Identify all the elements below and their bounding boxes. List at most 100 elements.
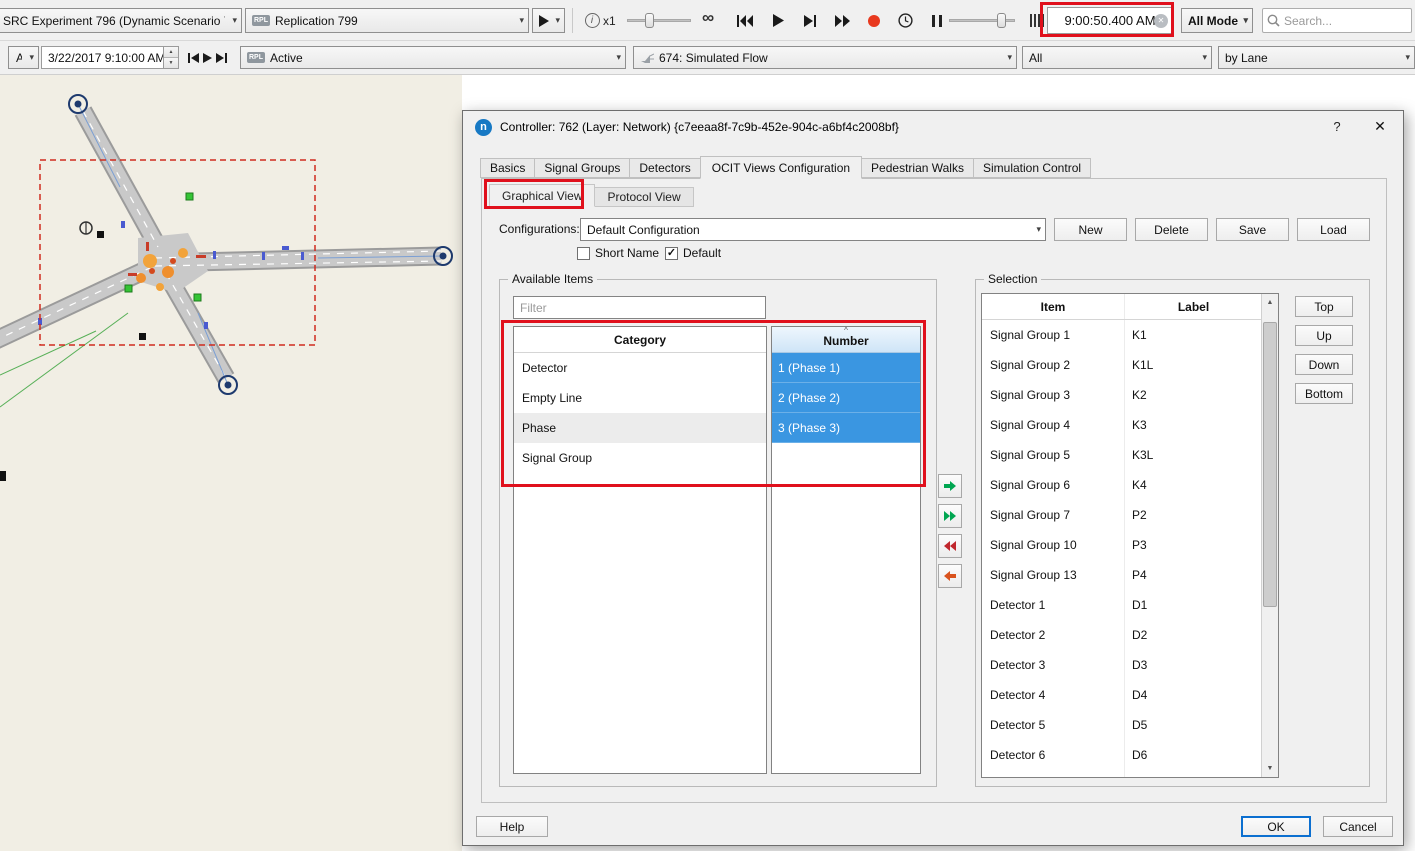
selection-row-signal-group-1[interactable]: Signal Group 1K1 xyxy=(982,320,1263,350)
rewind-to-start-button[interactable] xyxy=(732,8,758,33)
load-button[interactable]: Load xyxy=(1297,218,1370,241)
available-items-group-label: Available Items xyxy=(508,272,597,286)
network-map-view[interactable] xyxy=(0,75,462,851)
fast-forward-button[interactable] xyxy=(829,8,855,33)
tab-basics[interactable]: Basics xyxy=(480,158,535,178)
active-replication-combo[interactable]: RPL Active ▾ xyxy=(240,46,626,69)
category-item-phase[interactable]: Phase xyxy=(514,413,766,443)
run-simulation-button[interactable]: ▾ xyxy=(532,8,565,33)
interval-slider[interactable] xyxy=(949,13,1015,28)
category-item-signal-group[interactable]: Signal Group xyxy=(514,443,766,473)
dialog-title: Controller: 762 (Layer: Network) {c7eeaa… xyxy=(500,120,899,134)
replication-combo[interactable]: RPL Replication 799 ▾ xyxy=(245,8,529,33)
subtab-graphical-view[interactable]: Graphical View xyxy=(489,184,595,207)
dialog-titlebar[interactable]: n Controller: 762 (Layer: Network) {c7ee… xyxy=(463,111,1403,143)
selection-row-detector-5[interactable]: Detector 5D5 xyxy=(982,710,1263,740)
spin-down-icon[interactable]: ▼ xyxy=(164,57,178,68)
short-name-checkbox[interactable]: Short Name xyxy=(577,245,659,261)
tab-simulation-control[interactable]: Simulation Control xyxy=(973,158,1091,178)
simulation-time-field[interactable]: 9:00:50.400 AM ✕ xyxy=(1047,7,1173,34)
label-column-header: Label xyxy=(1124,294,1263,320)
scrollbar-thumb[interactable] xyxy=(1263,322,1277,607)
top-button[interactable]: Top xyxy=(1295,296,1353,317)
speed-slider[interactable] xyxy=(627,13,691,28)
interval-slider-handle[interactable] xyxy=(997,13,1006,28)
down-button[interactable]: Down xyxy=(1295,354,1353,375)
up-button[interactable]: Up xyxy=(1295,325,1353,346)
remove-selected-button[interactable] xyxy=(938,564,962,588)
selection-row-detector-2[interactable]: Detector 2D2 xyxy=(982,620,1263,650)
datetime-spinner[interactable]: 3/22/2017 9:10:00 AM ▲ ▼ xyxy=(41,46,179,69)
selection-row-detector-6[interactable]: Detector 6D6 xyxy=(982,740,1263,770)
delete-button[interactable]: Delete xyxy=(1135,218,1208,241)
selection-row-detector-1[interactable]: Detector 1D1 xyxy=(982,590,1263,620)
tab-ocit-views-configuration[interactable]: OCIT Views Configuration xyxy=(700,156,862,179)
search-box[interactable] xyxy=(1262,8,1412,33)
experiment-combo[interactable]: SRC Experiment 796 (Dynamic Scenario 795… xyxy=(0,8,242,33)
selection-row-signal-group-4[interactable]: Signal Group 4K3 xyxy=(982,410,1263,440)
info-button[interactable]: i xyxy=(579,8,605,33)
help-button[interactable]: Help xyxy=(476,816,548,837)
datetime-spin-buttons[interactable]: ▲ ▼ xyxy=(163,47,178,68)
selection-row-signal-group-3[interactable]: Signal Group 3K2 xyxy=(982,380,1263,410)
scrollbar-down-button[interactable]: ▼ xyxy=(1262,760,1278,777)
remove-all-button[interactable] xyxy=(938,534,962,558)
dialog-help-button[interactable]: ? xyxy=(1329,119,1345,134)
dialog-close-button[interactable]: ✕ xyxy=(1371,118,1389,135)
category-item-empty-line[interactable]: Empty Line xyxy=(514,383,766,413)
selection-row-signal-group-10[interactable]: Signal Group 10P3 xyxy=(982,530,1263,560)
save-button[interactable]: Save xyxy=(1216,218,1289,241)
selection-row-detector-3[interactable]: Detector 3D3 xyxy=(982,650,1263,680)
selection-label-cell: D3 xyxy=(1132,658,1147,672)
pause-button[interactable] xyxy=(924,8,950,33)
number-item-2-phase-2-[interactable]: 2 (Phase 2) xyxy=(772,383,920,413)
play-small-button[interactable] xyxy=(200,50,214,66)
vehicle-filter-combo[interactable]: All ▾ xyxy=(1022,46,1212,69)
configuration-combo[interactable]: Default Configuration ▾ xyxy=(580,218,1046,241)
view-style-combo[interactable]: 674: Simulated Flow ▾ xyxy=(633,46,1017,69)
selection-label-cell: P4 xyxy=(1132,568,1147,582)
default-checkbox[interactable]: ✓ Default xyxy=(665,245,721,261)
skip-to-end-button[interactable] xyxy=(797,8,823,33)
step-back-button[interactable] xyxy=(186,50,200,66)
selection-row-signal-group-6[interactable]: Signal Group 6K4 xyxy=(982,470,1263,500)
add-all-button[interactable] xyxy=(938,504,962,528)
scrollbar-up-button[interactable]: ▲ xyxy=(1262,294,1278,311)
cancel-button[interactable]: Cancel xyxy=(1323,816,1393,837)
selection-table[interactable]: Item Label Signal Group 1K1Signal Group … xyxy=(981,293,1279,778)
clock-button[interactable] xyxy=(892,8,918,33)
subtab-protocol-view[interactable]: Protocol View xyxy=(594,187,693,207)
tab-signal-groups[interactable]: Signal Groups xyxy=(534,158,630,178)
selection-row-detector-4[interactable]: Detector 4D4 xyxy=(982,680,1263,710)
spin-up-icon[interactable]: ▲ xyxy=(164,47,178,57)
clear-time-icon[interactable]: ✕ xyxy=(1154,14,1168,28)
tab-pedestrian-walks[interactable]: Pedestrian Walks xyxy=(861,158,974,178)
number-list[interactable]: ^ Number 1 (Phase 1)2 (Phase 2)3 (Phase … xyxy=(771,326,921,774)
ok-button[interactable]: OK xyxy=(1241,816,1311,837)
tab-detectors[interactable]: Detectors xyxy=(629,158,700,178)
aggregation-combo[interactable]: by Lane ▾ xyxy=(1218,46,1415,69)
play-button[interactable] xyxy=(765,8,791,33)
bottom-button[interactable]: Bottom xyxy=(1295,383,1353,404)
arrow-right-icon xyxy=(942,479,958,493)
new-button[interactable]: New xyxy=(1054,218,1127,241)
add-selected-button[interactable] xyxy=(938,474,962,498)
selection-row-signal-group-13[interactable]: Signal Group 13P4 xyxy=(982,560,1263,590)
search-input[interactable] xyxy=(1284,14,1407,28)
number-item-1-phase-1-[interactable]: 1 (Phase 1) xyxy=(772,353,920,383)
category-list[interactable]: Category DetectorEmpty LinePhaseSignal G… xyxy=(513,326,767,774)
selection-row-signal-group-7[interactable]: Signal Group 7P2 xyxy=(982,500,1263,530)
a-mode-dropdown[interactable]: A ▾ xyxy=(8,46,39,69)
selection-item-cell: Signal Group 7 xyxy=(990,508,1070,522)
speed-slider-handle[interactable] xyxy=(645,13,654,28)
step-forward-button[interactable] xyxy=(214,50,228,66)
selection-row-signal-group-5[interactable]: Signal Group 5K3L xyxy=(982,440,1263,470)
all-models-dropdown[interactable]: All Models ▾ xyxy=(1181,8,1253,33)
record-button[interactable] xyxy=(861,8,887,33)
selection-scrollbar[interactable]: ▲ ▼ xyxy=(1261,294,1278,777)
selection-row-signal-group-2[interactable]: Signal Group 2K1L xyxy=(982,350,1263,380)
number-item-3-phase-3-[interactable]: 3 (Phase 3) xyxy=(772,413,920,443)
category-item-detector[interactable]: Detector xyxy=(514,353,766,383)
filter-input[interactable] xyxy=(513,296,766,319)
slider-groove xyxy=(627,19,691,22)
